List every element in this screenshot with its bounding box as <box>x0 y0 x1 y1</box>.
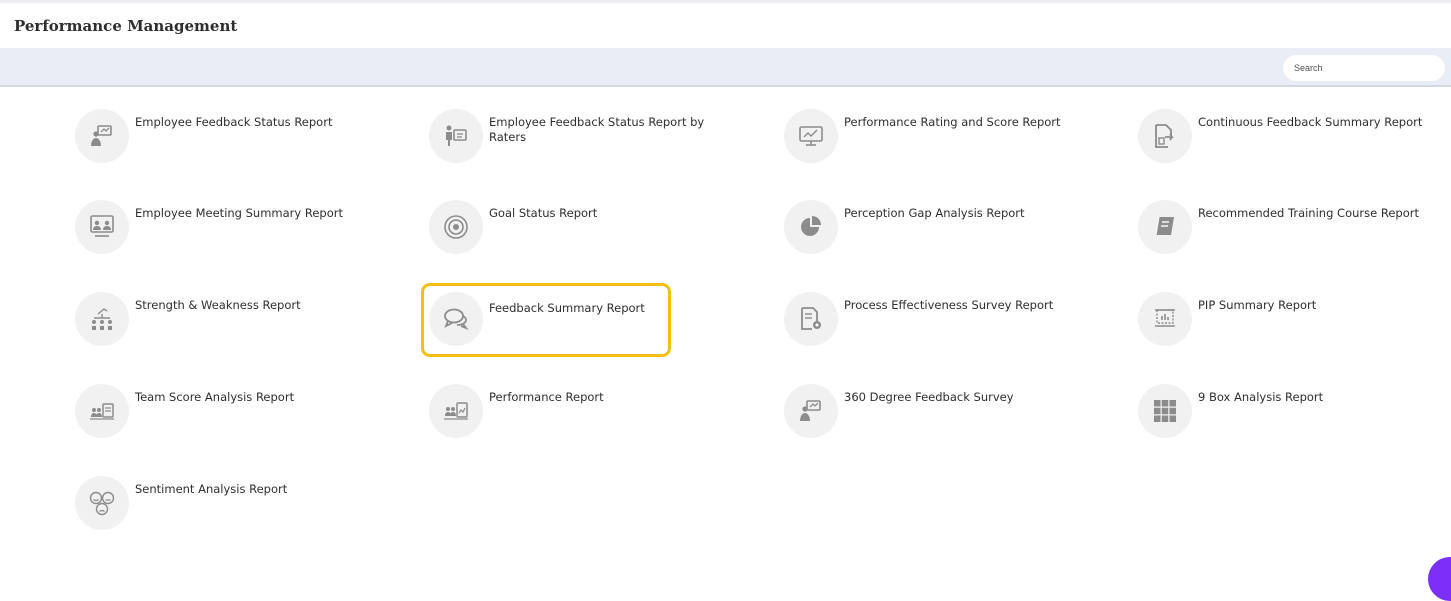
report-card[interactable]: Process Effectiveness Survey Report <box>784 292 1053 366</box>
report-card[interactable]: Performance Report <box>429 384 679 458</box>
presentation-person-icon <box>75 109 129 163</box>
report-card[interactable]: Goal Status Report <box>429 200 679 274</box>
report-label: Perception Gap Analysis Report <box>844 206 1025 220</box>
report-card[interactable]: 9 Box Analysis Report <box>1138 384 1388 458</box>
report-label: Sentiment Analysis Report <box>135 482 288 496</box>
report-card[interactable]: Feedback Summary Report <box>421 283 671 357</box>
report-card[interactable]: Continuous Feedback Summary Report <box>1138 109 1422 183</box>
report-label: Recommended Training Course Report <box>1198 206 1419 220</box>
report-card[interactable]: PIP Summary Report <box>1138 292 1388 366</box>
meeting-board-icon <box>75 200 129 254</box>
report-label: 360 Degree Feedback Survey <box>844 390 1014 404</box>
report-label: Employee Feedback Status Report <box>135 115 333 129</box>
emotion-faces-icon <box>75 476 129 530</box>
org-growth-icon <box>75 292 129 346</box>
search-input[interactable] <box>1283 55 1445 81</box>
chat-bubbles-icon <box>429 292 483 346</box>
report-card[interactable]: Employee Feedback Status Report by Rater… <box>429 109 704 183</box>
report-card[interactable]: Employee Meeting Summary Report <box>75 200 343 274</box>
report-label: Process Effectiveness Survey Report <box>844 298 1054 312</box>
report-card[interactable]: Recommended Training Course Report <box>1138 200 1419 274</box>
report-grid: Employee Feedback Status Report Employee … <box>0 87 1451 569</box>
report-label: Continuous Feedback Summary Report <box>1198 115 1423 129</box>
report-label: Goal Status Report <box>489 206 598 220</box>
report-card[interactable]: Perception Gap Analysis Report <box>784 200 1034 274</box>
easel-chart-icon <box>1138 292 1192 346</box>
document-gear-icon <box>784 292 838 346</box>
report-label: Employee Meeting Summary Report <box>135 206 343 220</box>
report-card[interactable]: Performance Rating and Score Report <box>784 109 1061 183</box>
report-label: Performance Rating and Score Report <box>844 115 1061 129</box>
report-label: Feedback Summary Report <box>489 301 645 315</box>
rater-board-icon <box>429 109 483 163</box>
pie-chart-icon <box>784 200 838 254</box>
report-card[interactable]: Sentiment Analysis Report <box>75 476 325 550</box>
report-card[interactable]: Team Score Analysis Report <box>75 384 325 458</box>
team-score-icon <box>75 384 129 438</box>
document-export-icon <box>1138 109 1192 163</box>
report-label: Performance Report <box>489 390 604 404</box>
team-report-icon <box>429 384 483 438</box>
report-label: Employee Feedback Status Report by Rater… <box>489 115 705 144</box>
report-card[interactable]: 360 Degree Feedback Survey <box>784 384 1034 458</box>
report-card[interactable]: Employee Feedback Status Report <box>75 109 332 183</box>
page-header: Performance Management <box>0 0 1451 48</box>
book-icon <box>1138 200 1192 254</box>
report-label: Strength & Weakness Report <box>135 298 301 312</box>
target-icon <box>429 200 483 254</box>
toolbar <box>0 48 1451 87</box>
nine-box-grid-icon <box>1138 384 1192 438</box>
monitor-chart-icon <box>784 109 838 163</box>
page-title: Performance Management <box>14 17 238 35</box>
report-label: PIP Summary Report <box>1198 298 1317 312</box>
report-card[interactable]: Strength & Weakness Report <box>75 292 325 366</box>
report-label: Team Score Analysis Report <box>135 390 295 404</box>
presentation-person-icon <box>784 384 838 438</box>
report-label: 9 Box Analysis Report <box>1198 390 1324 404</box>
